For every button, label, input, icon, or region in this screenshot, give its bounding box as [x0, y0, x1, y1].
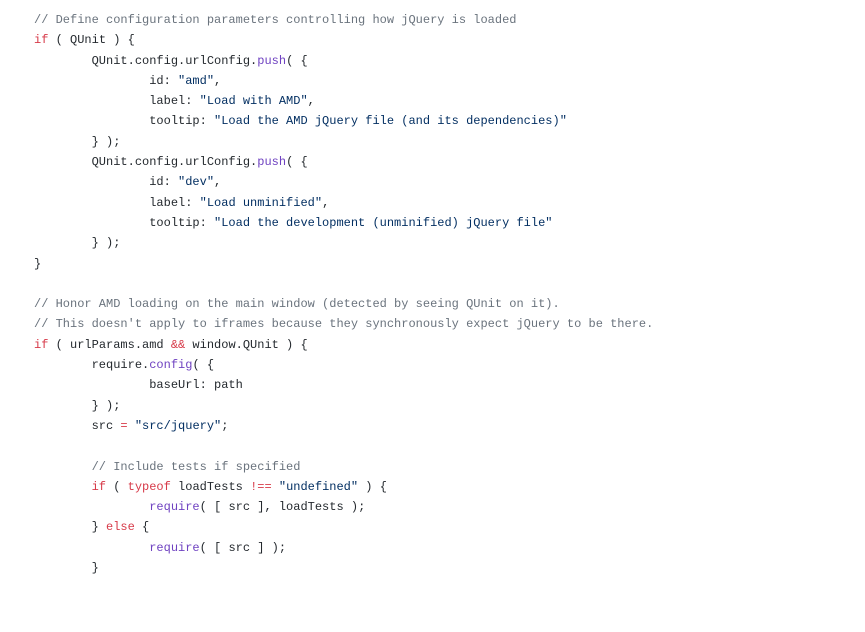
string: "Load with AMD": [200, 94, 308, 108]
code-text: ( [ src ], loadTests );: [200, 500, 366, 514]
keyword-else: else: [106, 520, 135, 534]
blank-line: [34, 277, 41, 291]
code-text: }: [34, 520, 106, 534]
code-text: ,: [322, 196, 329, 210]
code-text: ) {: [358, 480, 387, 494]
code-text: ,: [214, 74, 221, 88]
fn-config: config: [149, 358, 192, 372]
code-text: ( {: [286, 54, 308, 68]
code-text: } );: [34, 135, 120, 149]
fn-push: push: [257, 155, 286, 169]
string: "Load the AMD jQuery file (and its depen…: [214, 114, 567, 128]
code-text: ;: [221, 419, 228, 433]
operator: !==: [250, 480, 272, 494]
string: "undefined": [279, 480, 358, 494]
code-text: id:: [34, 74, 178, 88]
comment: // Define configuration parameters contr…: [34, 13, 516, 27]
code-text: baseUrl: path: [34, 378, 243, 392]
code-text: ( {: [192, 358, 214, 372]
fn-require: require: [149, 541, 199, 555]
string: "Load unminified": [200, 196, 322, 210]
blank-line: [34, 439, 41, 453]
comment: // This doesn't apply to iframes because…: [34, 317, 653, 331]
code-text: [272, 480, 279, 494]
keyword-typeof: typeof: [128, 480, 171, 494]
code-text: loadTests: [171, 480, 250, 494]
string: "amd": [178, 74, 214, 88]
string: "Load the development (unminified) jQuer…: [214, 216, 552, 230]
code-block: // Define configuration parameters contr…: [0, 0, 865, 588]
code-text: } );: [34, 236, 120, 250]
string: "dev": [178, 175, 214, 189]
comment: // Honor AMD loading on the main window …: [34, 297, 560, 311]
code-text: {: [135, 520, 149, 534]
code-text: ( [ src ] );: [200, 541, 286, 555]
keyword-if: if: [34, 33, 48, 47]
comment: // Include tests if specified: [92, 460, 301, 474]
code-text: src: [34, 419, 120, 433]
code-text: ( QUnit ) {: [48, 33, 134, 47]
code-text: [34, 480, 92, 494]
code-text: ( {: [286, 155, 308, 169]
code-text: require.: [34, 358, 149, 372]
code-text: QUnit.config.urlConfig.: [34, 54, 257, 68]
code-text: }: [34, 257, 41, 271]
keyword-if: if: [34, 338, 48, 352]
code-text: } );: [34, 399, 120, 413]
fn-require: require: [149, 500, 199, 514]
operator: &&: [171, 338, 185, 352]
code-text: QUnit.config.urlConfig.: [34, 155, 257, 169]
code-text: tooltip:: [34, 216, 214, 230]
code-text: ,: [308, 94, 315, 108]
code-text: [34, 541, 149, 555]
keyword-if: if: [92, 480, 106, 494]
code-text: tooltip:: [34, 114, 214, 128]
fn-push: push: [257, 54, 286, 68]
code-text: [34, 500, 149, 514]
code-text: }: [34, 561, 99, 575]
code-text: [128, 419, 135, 433]
code-text: (: [106, 480, 128, 494]
code-text: label:: [34, 196, 200, 210]
code-text: window.QUnit ) {: [185, 338, 307, 352]
code-text: [34, 460, 92, 474]
code-text: ( urlParams.amd: [48, 338, 170, 352]
operator: =: [120, 419, 127, 433]
string: "src/jquery": [135, 419, 221, 433]
code-text: ,: [214, 175, 221, 189]
code-text: id:: [34, 175, 178, 189]
code-text: label:: [34, 94, 200, 108]
